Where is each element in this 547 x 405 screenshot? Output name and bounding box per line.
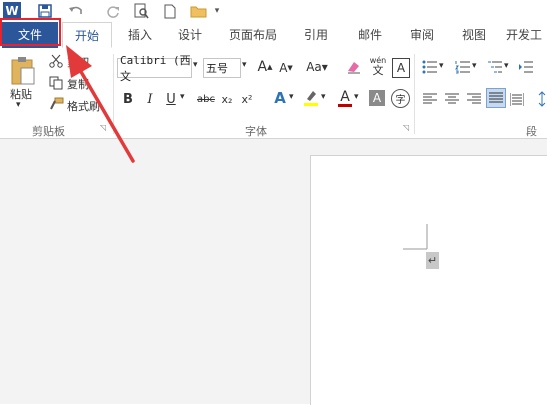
file-tab-highlight-box bbox=[0, 18, 61, 46]
subscript-button[interactable]: x₂ bbox=[219, 90, 235, 108]
cut-button[interactable]: 剪切 bbox=[67, 54, 89, 70]
format-painter-icon[interactable] bbox=[48, 96, 64, 112]
justify-icon[interactable] bbox=[486, 88, 506, 108]
paragraph-mark: ↵ bbox=[426, 252, 439, 269]
shrink-font-icon[interactable]: A ▼ bbox=[278, 60, 294, 76]
numbering-dropdown-icon[interactable]: ▾ bbox=[472, 61, 477, 71]
character-shading-icon[interactable]: A bbox=[369, 90, 385, 106]
grow-font-icon[interactable]: A ▲ bbox=[256, 58, 274, 76]
font-group-label: 字体 bbox=[245, 125, 267, 138]
font-size-dropdown-icon[interactable]: ▾ bbox=[242, 60, 247, 70]
paste-dropdown-icon[interactable]: ▾ bbox=[16, 100, 21, 110]
ribbon: 粘贴 ▾ 剪切 复制 格式刷 剪贴板 ◹ Calibri (西文 ▾ 五号 ▾ … bbox=[0, 48, 547, 154]
clipboard-group-label: 剪贴板 bbox=[32, 125, 65, 138]
numbering-icon[interactable] bbox=[455, 59, 471, 75]
line-spacing-icon[interactable] bbox=[536, 90, 547, 108]
highlight-color-icon[interactable] bbox=[302, 88, 320, 108]
open-folder-icon[interactable] bbox=[188, 2, 210, 20]
text-effects-icon[interactable]: A bbox=[272, 89, 288, 107]
tab-references[interactable]: 引用 bbox=[296, 22, 336, 48]
multilevel-dropdown-icon[interactable]: ▾ bbox=[504, 61, 509, 71]
enclose-characters-icon[interactable]: 字 bbox=[391, 89, 410, 108]
highlight-dropdown-icon[interactable]: ▾ bbox=[321, 92, 326, 102]
align-left-icon[interactable] bbox=[422, 91, 438, 107]
font-size-box[interactable]: 五号 bbox=[203, 58, 241, 78]
undo-icon[interactable] bbox=[64, 2, 88, 20]
underline-dropdown-icon[interactable]: ▾ bbox=[180, 92, 185, 102]
tab-view[interactable]: 视图 bbox=[454, 22, 494, 48]
copy-icon[interactable] bbox=[48, 75, 64, 91]
multilevel-list-icon[interactable] bbox=[487, 59, 503, 75]
ribbon-tab-bar: 文件 开始 插入 设计 页面布局 引用 邮件 审阅 视图 开发工 bbox=[0, 22, 547, 49]
clipboard-launcher-icon[interactable]: ◹ bbox=[100, 123, 106, 132]
print-preview-icon[interactable] bbox=[132, 2, 150, 20]
phonetic-guide-icon[interactable]: wén 文 bbox=[369, 54, 387, 78]
document-area[interactable]: ↵ bbox=[0, 139, 547, 405]
tab-design[interactable]: 设计 bbox=[170, 22, 210, 48]
font-color-dropdown-icon[interactable]: ▾ bbox=[354, 92, 359, 102]
align-center-icon[interactable] bbox=[444, 91, 460, 107]
format-painter-button[interactable]: 格式刷 bbox=[67, 98, 100, 114]
qat-dropdown-icon[interactable]: ▾ bbox=[212, 2, 222, 20]
paste-button[interactable]: 粘贴 bbox=[10, 86, 32, 102]
cut-icon[interactable] bbox=[48, 53, 64, 69]
bullets-icon[interactable] bbox=[422, 59, 438, 75]
font-name-dropdown-icon[interactable]: ▾ bbox=[193, 60, 198, 70]
font-launcher-icon[interactable]: ◹ bbox=[403, 123, 409, 132]
distributed-icon[interactable] bbox=[509, 91, 525, 107]
copy-button[interactable]: 复制 bbox=[67, 76, 89, 92]
paste-icon[interactable] bbox=[8, 56, 38, 86]
new-doc-icon[interactable] bbox=[162, 2, 178, 20]
font-name-box[interactable]: Calibri (西文 bbox=[117, 54, 192, 83]
bullets-dropdown-icon[interactable]: ▾ bbox=[439, 61, 444, 71]
change-case-icon[interactable]: Aa▾ bbox=[305, 58, 329, 76]
tab-page-layout[interactable]: 页面布局 bbox=[222, 22, 284, 48]
text-effects-dropdown-icon[interactable]: ▾ bbox=[289, 92, 294, 102]
tab-insert[interactable]: 插入 bbox=[120, 22, 160, 48]
decrease-indent-icon[interactable] bbox=[518, 59, 534, 75]
font-color-icon[interactable]: A bbox=[337, 88, 353, 108]
quick-access-toolbar: W ▾ bbox=[0, 0, 547, 22]
tab-home[interactable]: 开始 bbox=[62, 22, 112, 48]
superscript-button[interactable]: x² bbox=[239, 90, 255, 108]
group-separator bbox=[414, 54, 415, 134]
document-page[interactable]: ↵ bbox=[310, 155, 547, 405]
tab-developer[interactable]: 开发工 bbox=[506, 22, 547, 48]
character-border-icon[interactable]: A bbox=[392, 58, 410, 78]
bold-button[interactable]: B bbox=[120, 90, 136, 108]
strikethrough-button[interactable]: abc bbox=[195, 90, 217, 108]
tab-review[interactable]: 审阅 bbox=[402, 22, 442, 48]
italic-button[interactable]: I bbox=[142, 90, 158, 108]
tab-mailings[interactable]: 邮件 bbox=[350, 22, 390, 48]
redo-icon[interactable] bbox=[106, 2, 122, 20]
clear-formatting-icon[interactable] bbox=[345, 58, 363, 76]
underline-button[interactable]: U bbox=[164, 90, 178, 108]
group-separator bbox=[113, 54, 114, 134]
align-right-icon[interactable] bbox=[466, 91, 482, 107]
